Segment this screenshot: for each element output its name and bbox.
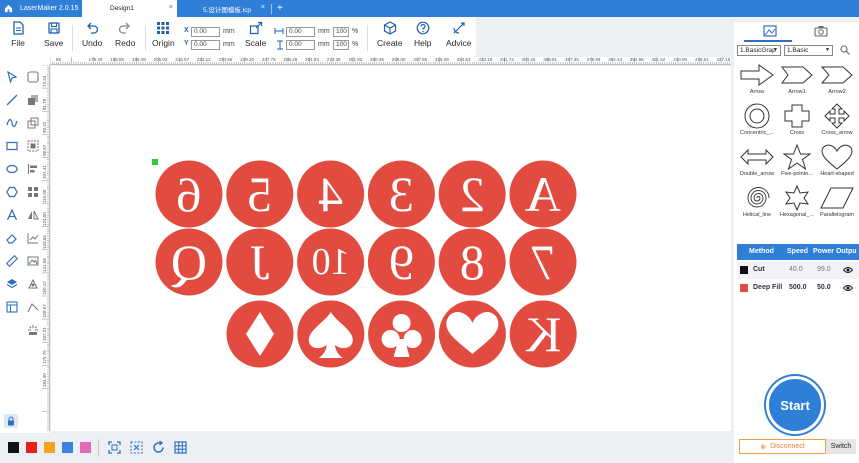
card-circle-k[interactable]: K	[509, 300, 577, 368]
card-circle-j[interactable]: J	[226, 228, 294, 296]
card-circle-q[interactable]: Q	[155, 228, 223, 296]
shape-label: Five-pointe...	[781, 171, 813, 177]
cross-arrow-icon	[824, 103, 850, 129]
card-rank-text: A	[525, 166, 561, 222]
selection-handle[interactable]	[152, 159, 158, 165]
shape-label: Helical_line	[742, 212, 772, 218]
zoom-fit-icon[interactable]	[130, 441, 143, 454]
heart-icon	[821, 144, 853, 170]
card-rank-text: 4	[318, 166, 343, 222]
shape-label: Concentric_...	[740, 130, 774, 136]
shape-item-double-arrow[interactable]: Double_arrow	[737, 144, 777, 177]
disconnect-icon: ⊗	[760, 443, 767, 451]
card-circle-2[interactable]: 2	[438, 160, 506, 228]
layer-color	[740, 284, 748, 292]
shape-label: Arrow2	[828, 89, 846, 95]
layer-color	[740, 266, 748, 274]
card-circle-club[interactable]	[368, 300, 436, 368]
shape-item-star[interactable]: Five-pointe...	[777, 144, 817, 177]
card-circle-8[interactable]: 8	[438, 228, 506, 296]
layer-row-deep-fill[interactable]: Deep Fill 500.0 50.0	[737, 280, 859, 297]
shape-item-arrow2[interactable]: Arrow2	[817, 62, 857, 95]
layer-table-header: Method Speed Power Outpu	[737, 244, 859, 260]
shape-label: Parallelogram	[820, 212, 854, 218]
shape-library-icon[interactable]	[763, 25, 777, 37]
card-rank-text: 2	[460, 166, 485, 222]
arrow-icon	[740, 64, 774, 86]
hexstar-icon	[784, 185, 810, 211]
layer-row-cut[interactable]: Cut 40.0 99.0	[737, 262, 859, 279]
card-rank-text: K	[525, 306, 561, 362]
shape-label: Double_arrow	[739, 171, 775, 177]
category-select[interactable]: 1.BasicGrap ▼	[737, 45, 781, 56]
arrow2-icon	[820, 66, 853, 84]
bottom-bar	[0, 433, 731, 463]
subcategory-select[interactable]: 1.Basic ▼	[784, 45, 833, 56]
poker-circles[interactable]: 6 5 4 3 2 A Q J 10 9 8 7 K	[0, 0, 731, 431]
shape-label: Hexagonal_...	[780, 212, 814, 218]
card-circle-a[interactable]: A	[509, 160, 577, 228]
color-swatch-orange[interactable]	[44, 442, 55, 453]
card-rank-text: 10	[312, 241, 350, 283]
shape-item-cross-arrow[interactable]: Cross_arrow	[817, 103, 857, 136]
color-swatch-pink[interactable]	[80, 442, 91, 453]
color-swatch-blue[interactable]	[62, 442, 73, 453]
shape-label: Cross_arrow	[821, 130, 853, 136]
parallelogram-icon	[820, 187, 854, 209]
shape-item-arrow1[interactable]: Arrow1	[777, 62, 817, 95]
shape-label: Arrow1	[788, 89, 806, 95]
card-circle-6[interactable]: 6	[155, 160, 223, 228]
bottom-divider	[98, 439, 99, 457]
card-rank-text: Q	[171, 234, 207, 290]
search-icon[interactable]	[840, 45, 850, 55]
shape-item-hexstar[interactable]: Hexagonal_...	[777, 185, 817, 218]
card-circle-7[interactable]: 7	[509, 228, 577, 296]
fit-frame-icon[interactable]	[108, 441, 121, 454]
card-rank-text: 7	[531, 234, 556, 290]
card-rank-text: 8	[460, 234, 485, 290]
card-rank-text: 3	[389, 166, 414, 222]
double-arrow-icon	[740, 148, 774, 166]
card-rank-text: 6	[177, 166, 202, 222]
camera-icon[interactable]	[814, 25, 828, 37]
shape-item-heart[interactable]: Heart-shaped	[817, 144, 857, 177]
switch-button[interactable]: Switch	[826, 439, 856, 454]
card-circle-10[interactable]: 10	[297, 228, 365, 296]
card-rank-text: 5	[247, 166, 272, 222]
shape-label: Arrow	[749, 89, 765, 95]
shape-item-helix[interactable]: Helical_line	[737, 185, 777, 218]
eye-icon[interactable]	[843, 265, 853, 275]
cross-icon	[784, 104, 810, 128]
eye-icon[interactable]	[843, 283, 853, 293]
active-tab-indicator	[744, 40, 792, 42]
concentric-icon	[744, 103, 770, 129]
card-circle-4[interactable]: 4	[297, 160, 365, 228]
shape-label: Cross	[789, 130, 805, 136]
card-circle-9[interactable]: 9	[367, 228, 435, 296]
disconnect-button[interactable]: ⊗ Disconnect	[739, 439, 826, 454]
shape-item-cross[interactable]: Cross	[777, 103, 817, 136]
card-circle-3[interactable]: 3	[367, 160, 435, 228]
card-rank-text: 9	[389, 234, 414, 290]
card-circle-diamond[interactable]	[226, 300, 294, 368]
chevron-down-icon: ▼	[825, 47, 830, 53]
start-button[interactable]: Start	[766, 376, 824, 434]
card-circle-heart[interactable]	[438, 300, 506, 368]
grid-icon[interactable]	[174, 441, 187, 454]
card-rank-text: J	[250, 234, 269, 290]
card-circle-spade[interactable]	[297, 300, 365, 368]
rotate-icon[interactable]	[152, 440, 165, 454]
arrow1-icon	[781, 66, 813, 84]
star-icon	[782, 144, 812, 170]
card-circle-5[interactable]: 5	[226, 160, 294, 228]
helix-icon	[747, 187, 770, 208]
color-swatch-black[interactable]	[8, 442, 19, 453]
shape-item-arrow[interactable]: Arrow	[737, 62, 777, 95]
shape-item-parallelogram[interactable]: Parallelogram	[817, 185, 857, 218]
shape-label: Heart-shaped	[820, 171, 854, 177]
color-swatch-red[interactable]	[26, 442, 37, 453]
shape-item-concentric[interactable]: Concentric_...	[737, 103, 777, 136]
chevron-down-icon: ▼	[773, 47, 778, 53]
